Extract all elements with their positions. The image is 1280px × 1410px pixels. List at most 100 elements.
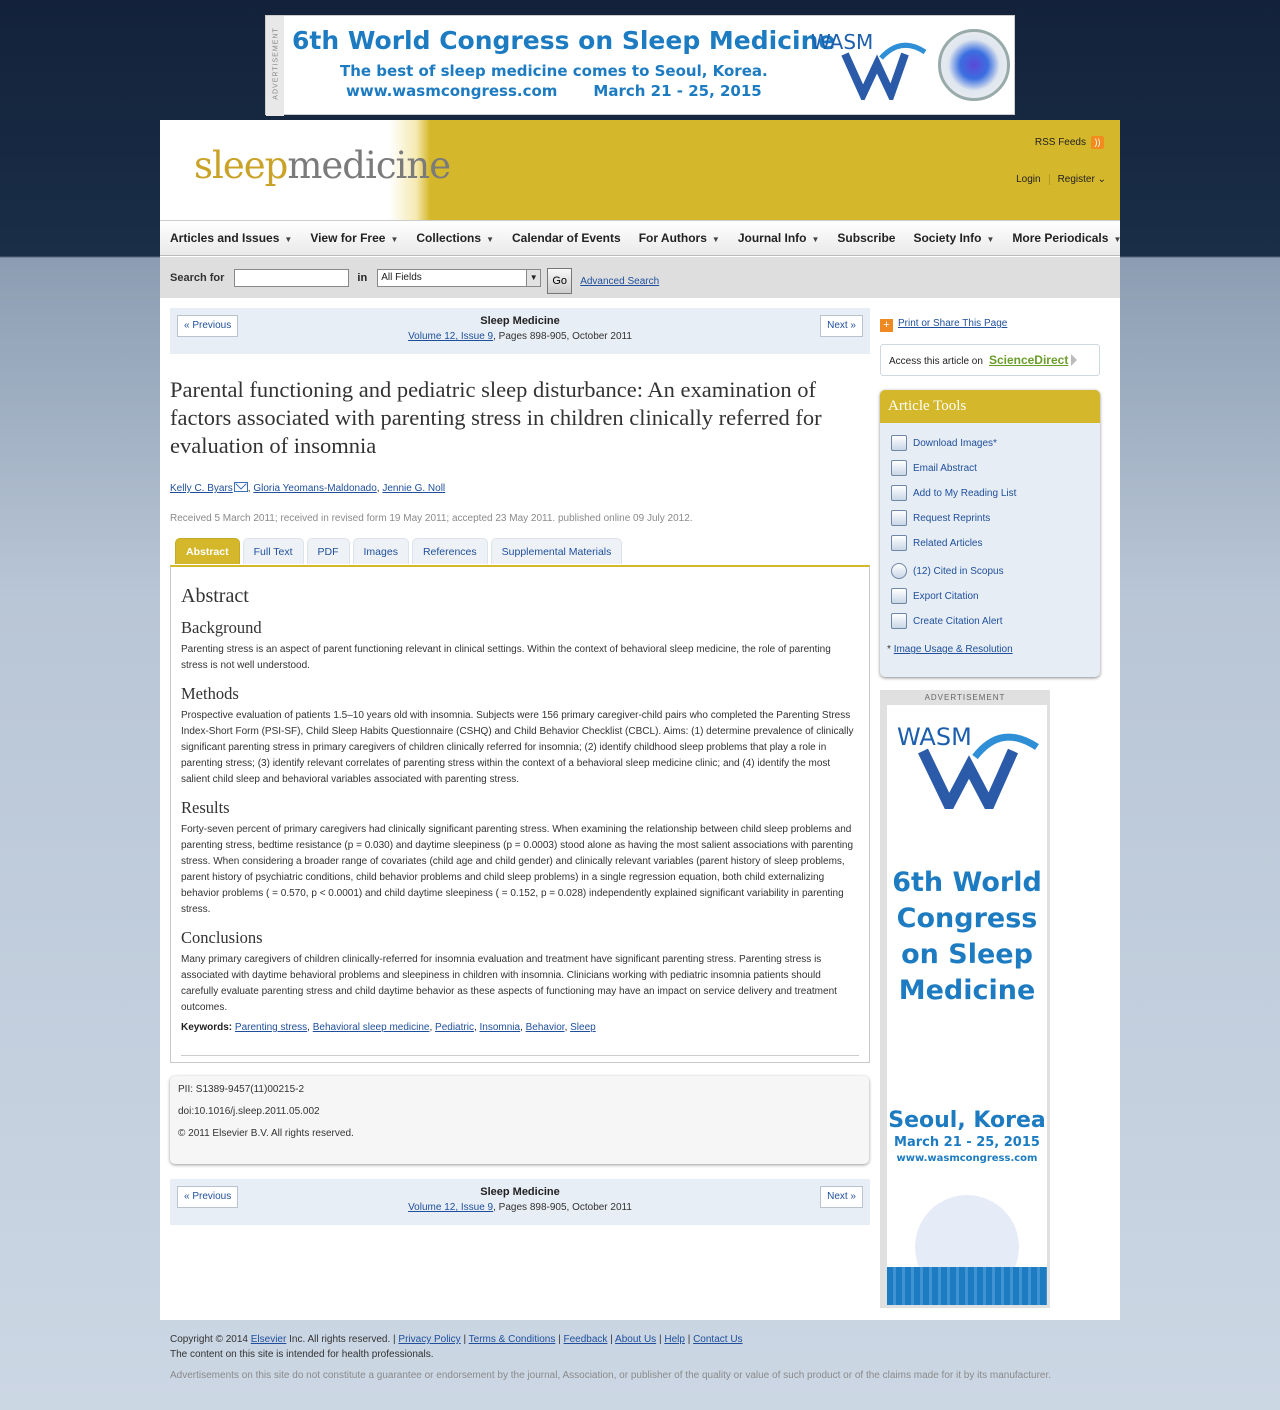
- nav-calendar-of-events[interactable]: Calendar of Events: [512, 231, 621, 245]
- nav-journal-info[interactable]: Journal Info ▼: [738, 231, 820, 245]
- logo-medicine: medicine: [287, 144, 451, 187]
- ad-dates: March 21 - 25, 2015: [894, 1135, 1040, 1150]
- nav-for-authors[interactable]: For Authors ▼: [639, 231, 720, 245]
- pages-text: , Pages 898-905, October 2011: [493, 331, 632, 342]
- author-link[interactable]: Gloria Yeomans-Maldonado: [253, 483, 376, 494]
- journal-name: Sleep Medicine: [480, 315, 560, 327]
- tool-label: Email Abstract: [913, 462, 977, 474]
- feedback-link[interactable]: Feedback: [564, 1334, 608, 1345]
- email-icon[interactable]: [233, 482, 248, 492]
- nav-label: Calendar of Events: [511, 231, 621, 245]
- tool-email-abstract[interactable]: Email Abstract: [891, 460, 977, 476]
- nav-articles-and-issues[interactable]: Articles and Issues ▼: [170, 231, 292, 245]
- sciencedirect-link[interactable]: ScienceDirect: [989, 353, 1068, 367]
- advanced-search-link[interactable]: Advanced Search: [580, 276, 659, 287]
- share-label: Print or Share This Page: [898, 318, 1008, 329]
- tab-pdf[interactable]: PDF: [306, 538, 350, 564]
- elsevier-link[interactable]: Elsevier: [251, 1334, 287, 1345]
- ad-label: ADVERTISEMENT: [924, 693, 1006, 702]
- image-usage-link[interactable]: Image Usage & Resolution: [894, 644, 1013, 655]
- chevron-down-icon: ▼: [526, 269, 541, 286]
- search-input[interactable]: [234, 268, 350, 287]
- article-nav-top: « Previous Sleep Medicine Volume 12, Iss…: [170, 308, 870, 354]
- nav-view-for-free[interactable]: View for Free ▼: [310, 231, 398, 245]
- nav-label: More Periodicals: [1012, 231, 1109, 245]
- tool-export-citation[interactable]: Export Citation: [891, 588, 979, 604]
- keyword-link[interactable]: Behavior: [526, 1022, 565, 1033]
- chevron-down-icon: ▼: [284, 235, 293, 244]
- nav-subscribe[interactable]: Subscribe: [837, 231, 895, 245]
- export-citation-icon: [891, 588, 907, 604]
- help-link[interactable]: Help: [664, 1334, 685, 1345]
- nav-more-periodicals[interactable]: More Periodicals ▼: [1012, 231, 1121, 245]
- search-label: Search for: [170, 271, 225, 284]
- ad-city: Seoul, Korea: [888, 1108, 1046, 1133]
- nav-label: For Authors: [638, 231, 707, 245]
- privacy-policy-link[interactable]: Privacy Policy: [398, 1334, 460, 1345]
- tab-abstract[interactable]: Abstract: [175, 538, 240, 564]
- divider: [181, 1055, 859, 1056]
- article-title: Parental functioning and pediatric sleep…: [170, 377, 822, 458]
- tab-references[interactable]: References: [411, 538, 488, 564]
- tool-download-images[interactable]: Download Images*: [891, 435, 997, 451]
- keyword-link[interactable]: Sleep: [570, 1022, 596, 1033]
- citation-alert-icon: [891, 613, 907, 629]
- footer-disclaimer: Advertisements on this site do not const…: [170, 1370, 1052, 1381]
- print-share-link[interactable]: + Print or Share This Page: [880, 318, 1007, 332]
- nav-society-info[interactable]: Society Info ▼: [913, 231, 994, 245]
- keyword-link[interactable]: Parenting stress: [235, 1022, 307, 1033]
- next-article-button[interactable]: Next »: [820, 315, 863, 337]
- rss-feeds-link[interactable]: RSS Feeds)): [1035, 136, 1104, 149]
- search-go-button[interactable]: Go: [547, 268, 573, 294]
- chevron-down-icon: ▼: [1113, 235, 1122, 244]
- ad-content: WASM 6th World Congress on Sleep Medicin…: [887, 705, 1047, 1305]
- access-label: Access this article on: [889, 356, 983, 367]
- author-link[interactable]: Kelly C. Byars: [170, 483, 233, 494]
- pii: PII: S1389-9457(11)00215-2: [178, 1084, 305, 1095]
- tool-add-reading-list[interactable]: Add to My Reading List: [891, 485, 1016, 501]
- volume-issue-link[interactable]: Volume 12, Issue 9: [408, 1202, 493, 1213]
- chevron-down-icon: ▼: [486, 235, 494, 244]
- next-article-button[interactable]: Next »: [820, 1186, 863, 1208]
- journal-logo[interactable]: sleepmedicine: [194, 144, 451, 187]
- register-link[interactable]: Register ⌄: [1058, 174, 1106, 185]
- tab-supplemental-materials[interactable]: Supplemental Materials: [490, 538, 623, 564]
- tab-full-text[interactable]: Full Text: [242, 538, 304, 564]
- reprints-icon: [891, 510, 907, 526]
- keywords: Keywords: Parenting stress, Behavioral s…: [181, 1022, 596, 1033]
- sciencedirect-access[interactable]: Access this article on ScienceDirect: [880, 344, 1100, 376]
- tool-cited-in-scopus[interactable]: (12) Cited in Scopus: [891, 563, 1004, 579]
- keywords-label: Keywords:: [181, 1022, 233, 1033]
- top-advertisement[interactable]: ADVERTISEMENT 6th World Congress on Slee…: [265, 15, 1015, 116]
- tool-create-citation-alert[interactable]: Create Citation Alert: [891, 613, 1003, 629]
- journal-name: Sleep Medicine: [480, 1186, 560, 1198]
- scopus-icon: [891, 563, 907, 579]
- article-dates: Received 5 March 2011; received in revis…: [170, 513, 693, 524]
- search-in-label: in: [357, 271, 368, 284]
- site-header: sleepmedicine RSS Feeds)) Login Register…: [160, 120, 1120, 220]
- tool-related-articles[interactable]: Related Articles: [891, 535, 982, 551]
- keyword-link[interactable]: Pediatric: [435, 1022, 474, 1033]
- about-us-link[interactable]: About Us: [615, 1334, 656, 1345]
- download-images-icon: [891, 435, 907, 451]
- tab-images[interactable]: Images: [352, 538, 409, 564]
- section-heading: Results: [181, 798, 230, 817]
- volume-issue-link[interactable]: Volume 12, Issue 9: [408, 331, 493, 342]
- search-field-select[interactable]: All Fields ▼: [377, 268, 542, 287]
- author-link[interactable]: Jennie G. Noll: [382, 483, 445, 494]
- tool-request-reprints[interactable]: Request Reprints: [891, 510, 990, 526]
- site-footer: Copyright © 2014 Elsevier Inc. All right…: [170, 1332, 1051, 1383]
- keyword-link[interactable]: Behavioral sleep medicine: [313, 1022, 430, 1033]
- terms-link[interactable]: Terms & Conditions: [469, 1334, 556, 1345]
- ad-url-line: www.wasmcongress.com March 21 - 25, 2015: [346, 82, 762, 100]
- article-tools-panel: Article Tools Download Images* Email Abs…: [880, 390, 1100, 677]
- section-heading: Methods: [181, 684, 239, 703]
- tool-label: Related Articles: [913, 537, 983, 549]
- sidebar-advertisement[interactable]: ADVERTISEMENT WASM 6th World Congress on…: [880, 690, 1050, 1308]
- section-text: Many primary caregivers of children clin…: [181, 954, 837, 1013]
- nav-collections[interactable]: Collections ▼: [416, 231, 494, 245]
- chevron-down-icon: ▼: [390, 235, 399, 244]
- login-link[interactable]: Login: [1016, 174, 1040, 185]
- keyword-link[interactable]: Insomnia: [480, 1022, 521, 1033]
- contact-us-link[interactable]: Contact Us: [693, 1334, 742, 1345]
